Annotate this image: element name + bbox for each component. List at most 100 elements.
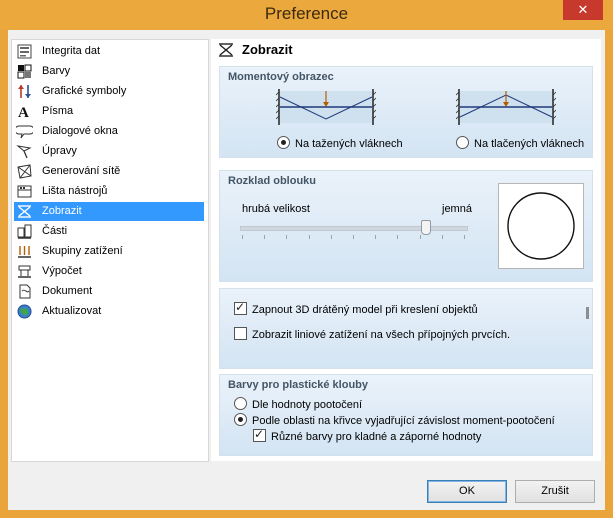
sidebar-item-generovani-site[interactable]: Generování sítě <box>14 162 204 181</box>
ok-button[interactable]: OK <box>427 480 507 503</box>
arc-subdivision-title: Rozklad oblouku <box>228 175 316 187</box>
edits-icon <box>16 145 32 159</box>
colors-icon <box>17 64 32 79</box>
moment-tension-diagram <box>276 89 376 125</box>
close-button[interactable]: ✕ <box>563 0 603 20</box>
toolbar-icon <box>17 185 32 198</box>
sidebar-item-graficke-symboly[interactable]: Grafické symboly <box>14 82 204 101</box>
arc-slider-tick <box>353 235 354 239</box>
plastic-hinges-title: Barvy pro plastické klouby <box>228 379 368 391</box>
moment-tension-option[interactable]: Na tažených vláknech <box>277 136 403 150</box>
sidebar-item-upravy[interactable]: Úpravy <box>14 142 204 161</box>
sidebar-item-label: Části <box>42 225 68 237</box>
sidebar-item-label: Grafické symboly <box>42 85 127 97</box>
sidebar-item-dokument[interactable]: Dokument <box>14 282 204 301</box>
moment-diagram-group: Momentový obrazec Na tažených vláknech N… <box>219 66 593 158</box>
moment-compression-diagram <box>456 89 556 125</box>
load-groups-icon <box>18 246 31 258</box>
hinge-rotation-label: Dle hodnoty pootočení <box>252 399 363 411</box>
option-3d-wire-checkbox[interactable] <box>234 300 247 315</box>
sidebar-item-zobrazit[interactable]: Zobrazit <box>14 202 204 221</box>
render-options-group: Zapnout 3D drátěný model při kreslení ob… <box>219 288 593 369</box>
sidebar-item-dialogove-okna[interactable]: Dialogové okna <box>14 122 204 141</box>
sidebar-item-label: Výpočet <box>42 265 82 277</box>
plastic-hinges-group: Barvy pro plastické klouby Dle hodnoty p… <box>219 374 593 456</box>
sidebar-item-aktualizovat[interactable]: Aktualizovat <box>14 302 204 321</box>
update-globe-icon <box>17 304 32 319</box>
sidebar-item-label: Generování sítě <box>42 165 121 177</box>
arc-slider-tick <box>308 235 310 239</box>
calculation-icon <box>18 265 31 278</box>
sidebar-item-label: Lišta nástrojů <box>42 185 108 197</box>
sidebar-item-pisma[interactable]: A Písma <box>14 102 204 121</box>
moment-compression-radio[interactable] <box>456 136 469 149</box>
option-3d-wire[interactable]: Zapnout 3D drátěný model při kreslení ob… <box>234 300 478 316</box>
hinge-region-label: Podle oblasti na křivce vyjadřující závi… <box>252 415 555 427</box>
sidebar-item-label: Písma <box>42 105 74 117</box>
arc-slider-track[interactable] <box>240 226 468 231</box>
dialog-windows-icon <box>16 125 33 139</box>
arc-slider-tick <box>264 235 266 239</box>
option-line-load[interactable]: Zobrazit liniové zatížení na všech přípo… <box>234 327 510 341</box>
sidebar-item-label: Zobrazit <box>42 205 82 217</box>
sidebar-item-label: Dokument <box>42 285 93 297</box>
graphic-symbols-icon <box>18 85 31 98</box>
moment-compression-label: Na tlačených vláknech <box>474 138 585 150</box>
moment-tension-radio[interactable] <box>277 136 290 149</box>
option-3d-wire-label: Zapnout 3D drátěný model při kreslení ob… <box>252 304 478 316</box>
moment-tension-label: Na tažených vláknech <box>295 138 403 150</box>
arc-slider-tick <box>441 235 443 239</box>
sidebar-item-integrita-dat[interactable]: Integrita dat <box>14 42 204 61</box>
hinge-rotation-option[interactable]: Dle hodnoty pootočení <box>234 397 362 411</box>
sidebar-item-vypocet[interactable]: Výpočet <box>14 262 204 281</box>
arc-slider-thumb[interactable] <box>421 220 432 235</box>
display-icon <box>219 43 233 57</box>
option-line-load-label: Zobrazit liniové zatížení na všech přípo… <box>252 329 511 341</box>
arc-slider-tick <box>464 235 465 239</box>
moment-diagram-title: Momentový obrazec <box>228 71 334 83</box>
arc-slider-tick <box>286 235 288 239</box>
mesh-generation-icon <box>17 164 32 179</box>
window-title: Preference <box>264 4 349 23</box>
hinge-diff-colors-checkbox[interactable] <box>253 427 266 442</box>
hinge-region-option[interactable]: Podle oblasti na křivce vyjadřující závi… <box>234 413 555 427</box>
hinge-region-radio[interactable] <box>234 413 247 426</box>
scrollbar-stub[interactable] <box>586 307 589 319</box>
display-icon <box>18 205 31 218</box>
hinge-diff-colors-option[interactable]: Různé barvy pro kladné a záporné hodnoty <box>253 427 482 443</box>
sidebar-item-label: Dialogové okna <box>42 125 118 137</box>
document-icon <box>19 284 31 299</box>
close-icon: ✕ <box>577 2 589 17</box>
arc-subdivision-group: Rozklad oblouku hrubá velikost jemná <box>219 170 593 282</box>
sidebar-item-casti[interactable]: Části <box>14 222 204 241</box>
svg-text:A: A <box>18 105 29 120</box>
sidebar-item-label: Aktualizovat <box>42 305 102 317</box>
fonts-icon: A <box>18 105 29 120</box>
data-integrity-icon <box>17 44 32 59</box>
sidebar-item-label: Barvy <box>42 65 71 77</box>
arc-coarse-label: hrubá velikost <box>242 203 310 215</box>
preference-window: Preference ✕ Integrita dat Barvy Grafick… <box>0 0 613 518</box>
arc-slider-tick <box>242 235 243 239</box>
hinge-diff-colors-label: Různé barvy pro kladné a záporné hodnoty <box>271 431 482 443</box>
arc-slider-tick <box>375 235 377 239</box>
sidebar-item-skupiny-zatizeni[interactable]: Skupiny zatížení <box>14 242 204 261</box>
arc-slider-tick <box>397 235 399 239</box>
dialog-client: Integrita dat Barvy Grafické symboly A P… <box>8 30 605 510</box>
sidebar-item-lista-nastroju[interactable]: Lišta nástrojů <box>14 182 204 201</box>
hinge-rotation-radio[interactable] <box>234 397 247 410</box>
arc-preview <box>498 183 584 269</box>
parts-icon <box>17 224 32 239</box>
sidebar-item-label: Integrita dat <box>42 45 101 57</box>
main-panel: Zobrazit Momentový obrazec Na tažených v… <box>211 39 601 461</box>
title-bar: Preference ✕ <box>0 0 613 30</box>
arc-fine-label: jemná <box>442 203 472 215</box>
arc-preview-circle <box>507 192 575 260</box>
arc-slider-tick <box>330 235 332 239</box>
moment-compression-option[interactable]: Na tlačených vláknech <box>456 136 584 150</box>
sidebar-item-label: Úpravy <box>42 145 77 157</box>
sidebar-item-barvy[interactable]: Barvy <box>14 62 204 81</box>
option-line-load-checkbox[interactable] <box>234 327 247 340</box>
sidebar-item-label: Skupiny zatížení <box>42 245 123 257</box>
cancel-button[interactable]: Zrušit <box>515 480 595 503</box>
